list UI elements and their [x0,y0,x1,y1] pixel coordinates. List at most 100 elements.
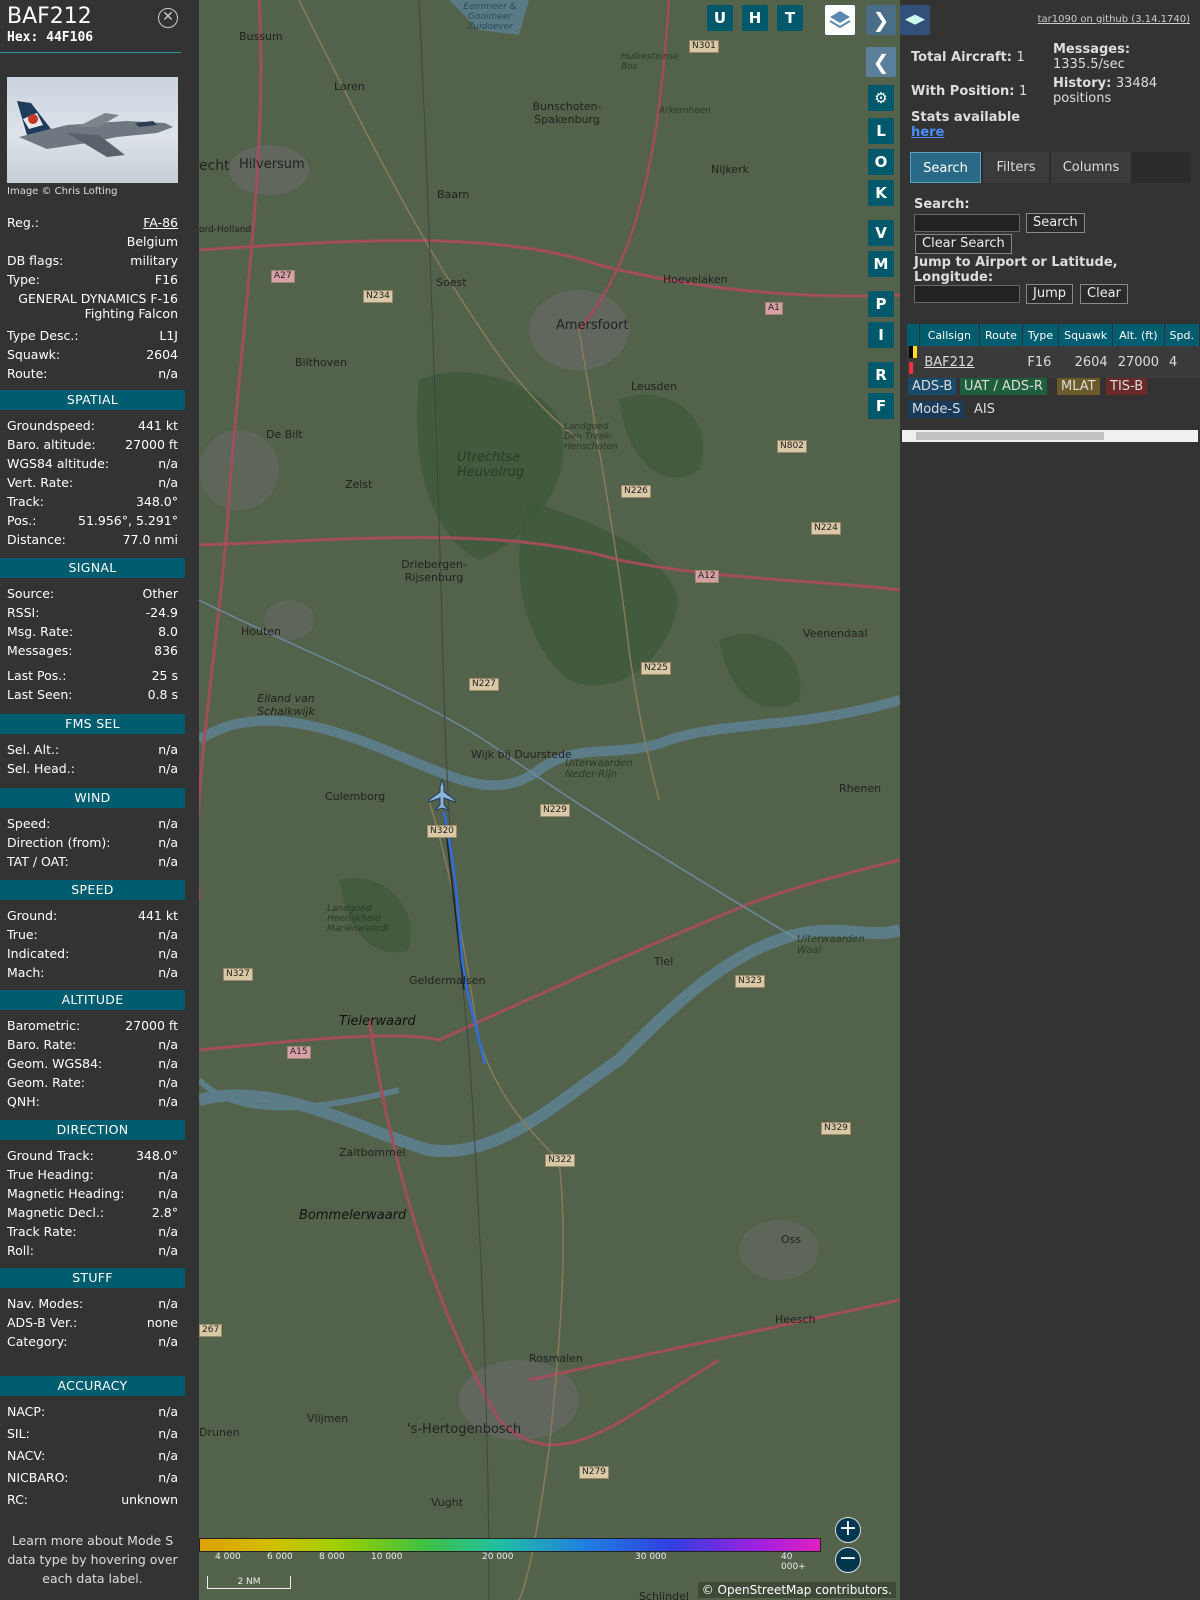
zoom-in-button[interactable]: + [835,1517,861,1543]
info-value: 27000 ft [125,437,178,452]
toggle-v-button[interactable]: V [868,220,894,246]
info-label[interactable]: Baro. Rate: [7,1035,76,1054]
column-header[interactable] [907,324,920,346]
info-label[interactable]: Category: [7,1332,67,1351]
toggle-t-button[interactable]: T [777,5,803,31]
info-label[interactable]: Last Pos.: [7,666,66,685]
toggle-h-button[interactable]: H [742,5,768,31]
info-row: Pos.: 51.956°, 5.291° [7,511,178,530]
squawk-cell: 2604 [1058,346,1113,378]
place-label: Baarn [437,188,470,201]
toggle-k-button[interactable]: K [868,180,894,206]
search-input[interactable] [914,214,1020,232]
split-arrows-icon[interactable]: ◀▶ [900,5,930,35]
zoom-out-button[interactable]: − [835,1547,861,1573]
info-label[interactable]: Speed: [7,814,50,833]
settings-button[interactable]: ⚙ [868,85,894,111]
expand-sidebar-button[interactable]: ❯ [866,5,896,35]
aircraft-marker-icon[interactable] [427,778,457,812]
info-label[interactable]: Roll: [7,1241,34,1260]
info-label[interactable]: Vert. Rate: [7,473,73,492]
source-tisb: TIS-B [1106,378,1148,395]
attribution-link[interactable]: OpenStreetMap [718,1583,812,1597]
search-button[interactable]: Search [1026,213,1085,233]
info-label[interactable]: SIL: [7,1424,30,1443]
info-label[interactable]: RSSI: [7,603,39,622]
toggle-r-button[interactable]: R [868,362,894,388]
info-label[interactable]: QNH: [7,1092,40,1111]
info-label[interactable]: Ground Track: [7,1146,94,1165]
toggle-o-button[interactable]: O [868,149,894,175]
reg-link[interactable]: FA-86 [143,213,178,232]
info-label[interactable]: Mach: [7,963,44,982]
place-label: Schijndel [639,1590,689,1600]
aircraft-photo[interactable] [7,77,178,183]
tab-columns[interactable]: Columns [1051,152,1131,183]
info-label[interactable]: Msg. Rate: [7,622,73,641]
info-label[interactable]: Messages: [7,641,73,660]
info-label[interactable]: Geom. Rate: [7,1073,85,1092]
info-label[interactable]: Baro. altitude: [7,435,96,454]
info-label[interactable]: RC: [7,1490,28,1509]
info-label[interactable]: Source: [7,584,54,603]
toggle-p-button[interactable]: P [868,291,894,317]
info-label[interactable]: Geom. WGS84: [7,1054,102,1073]
info-label[interactable]: NICBARO: [7,1468,68,1487]
info-label[interactable]: Nav. Modes: [7,1294,83,1313]
info-label[interactable]: Distance: [7,530,66,549]
table-row[interactable]: BAF212 F16 2604 27000 4 [907,346,1200,378]
scroll-thumb[interactable] [916,432,1104,440]
map-view[interactable]: Bussum Laren Hilversum Bunschoten-Spaken… [199,0,900,1600]
column-header[interactable]: Alt. (ft) [1112,324,1165,346]
info-label[interactable]: Magnetic Decl.: [7,1203,104,1222]
info-label[interactable]: Pos.: [7,511,36,530]
toggle-u-button[interactable]: U [707,5,733,31]
info-row: Source: Other [7,584,178,603]
info-label[interactable]: Sel. Head.: [7,759,75,778]
info-label[interactable]: Direction (from): [7,833,111,852]
info-label[interactable]: Magnetic Heading: [7,1184,124,1203]
place-label: Tiel [654,955,674,968]
jump-input[interactable] [914,285,1020,303]
clear-button[interactable]: Clear [1080,284,1128,304]
info-label[interactable]: Track: [7,492,44,511]
table-scrollbar[interactable] [902,430,1198,442]
info-label[interactable]: ADS-B Ver.: [7,1313,77,1332]
info-label[interactable]: Barometric: [7,1016,80,1035]
info-label[interactable]: WGS84 altitude: [7,454,109,473]
info-label[interactable]: True: [7,925,38,944]
github-link[interactable]: tar1090 on github (3.14.1740) [1038,14,1190,25]
column-header[interactable]: Type [1022,324,1060,346]
toggle-m-button[interactable]: M [868,251,894,277]
toggle-f-button[interactable]: F [868,393,894,419]
place-label: Leusden [631,380,678,393]
info-label[interactable]: TAT / OAT: [7,852,69,871]
info-label[interactable]: True Heading: [7,1165,94,1184]
country-row: Belgium [7,232,178,251]
column-header[interactable]: Squawk [1058,324,1114,346]
info-label[interactable]: NACP: [7,1402,45,1421]
info-label[interactable]: Sel. Alt.: [7,740,59,759]
layers-icon [829,11,851,29]
info-label[interactable]: Groundspeed: [7,416,95,435]
tab-filters[interactable]: Filters [983,152,1049,183]
stats-link[interactable]: here [911,125,944,140]
tab-search[interactable]: Search [910,152,981,183]
callsign-cell[interactable]: BAF212 [919,346,980,378]
info-label[interactable]: Indicated: [7,944,69,963]
toggle-l-button[interactable]: L [868,118,894,144]
collapse-sidebar-button[interactable]: ❮ [866,47,896,77]
column-header[interactable]: Route [979,324,1023,346]
toggle-i-button[interactable]: I [868,322,894,348]
column-header[interactable]: Spd. [1164,324,1200,346]
info-label[interactable]: NACV: [7,1446,45,1465]
layers-button[interactable] [825,5,855,35]
clear-search-button[interactable]: Clear Search [915,234,1012,254]
info-label[interactable]: Ground: [7,906,57,925]
jump-button[interactable]: Jump [1026,284,1073,304]
column-header[interactable]: Callsign [919,324,980,346]
info-label[interactable]: Track Rate: [7,1222,77,1241]
info-label[interactable]: Last Seen: [7,685,72,704]
type-full-1: GENERAL DYNAMICS F-16 [18,291,178,306]
close-icon[interactable]: ✕ [158,8,178,28]
